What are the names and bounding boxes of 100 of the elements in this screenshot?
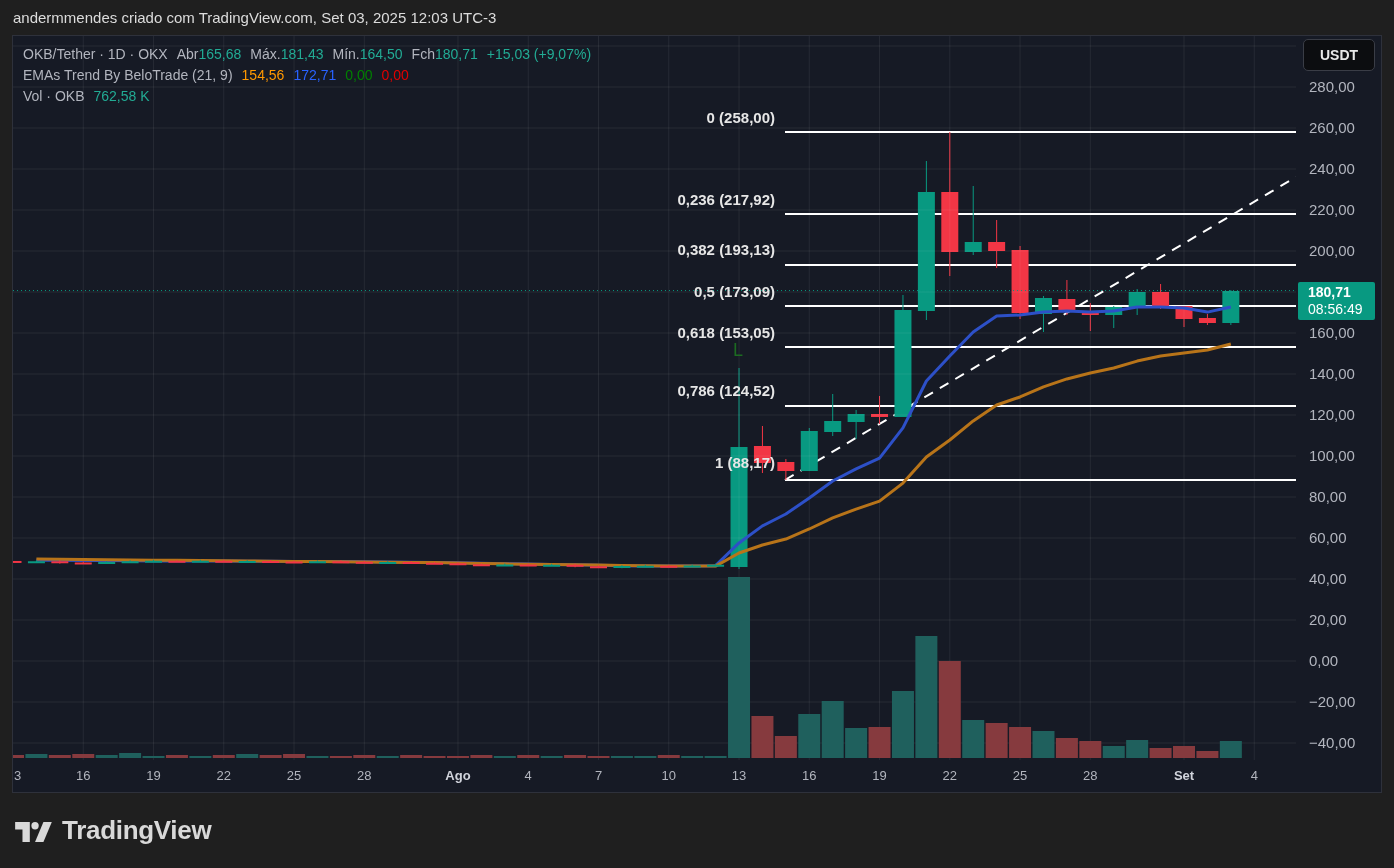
symbol-title: OKB/Tether · 1D · OKX <box>23 45 168 62</box>
ohlc-value: 165,68 <box>198 45 242 62</box>
candle <box>27 560 45 564</box>
date-label: 22 <box>942 768 958 783</box>
date-label: 25 <box>1012 768 1028 783</box>
candle <box>496 563 514 567</box>
signal-marker: L <box>733 340 743 360</box>
candle <box>238 559 256 563</box>
ohlc-value: 164,50 <box>359 45 403 62</box>
month-label: Ago <box>445 768 471 783</box>
date-label: 4 <box>1250 768 1258 783</box>
date-label: 16 <box>802 768 817 783</box>
candle <box>426 561 444 565</box>
candle <box>121 560 139 564</box>
candle <box>871 396 889 424</box>
volume-value: 762,58 K <box>93 87 150 104</box>
candle <box>519 563 537 567</box>
price-axis-label: −40,00 <box>1309 734 1356 752</box>
date-label: 25 <box>286 768 302 783</box>
volume-bar <box>1032 731 1055 758</box>
price-axis-label: 260,00 <box>1309 119 1355 137</box>
currency-button[interactable]: USDT <box>1303 39 1375 71</box>
candle <box>168 559 186 563</box>
date-label: 4 <box>524 768 532 783</box>
date-label: 19 <box>146 768 161 783</box>
fib-level-label: 0,236 (217,92) <box>677 191 775 208</box>
indicator-value: 154,56 <box>241 66 285 83</box>
candle <box>379 560 397 564</box>
date-label: 28 <box>357 768 372 783</box>
price-axis-label: 60,00 <box>1309 529 1347 547</box>
price-change: +15,03 (+9,07%) <box>486 45 592 62</box>
candle <box>683 564 701 568</box>
bar-countdown: 08:56:49 <box>1308 300 1364 318</box>
date-label: 10 <box>661 768 676 783</box>
candle <box>590 565 607 569</box>
price-axis-label: 280,00 <box>1309 78 1355 96</box>
price-axis-label: −20,00 <box>1309 693 1356 711</box>
price-axis-label: 120,00 <box>1309 406 1355 424</box>
candle <box>191 559 209 563</box>
candle <box>13 560 22 563</box>
candle <box>308 560 326 564</box>
price-axis-label: 80,00 <box>1309 488 1347 506</box>
candle <box>402 560 420 564</box>
price-axis-label: 40,00 <box>1309 570 1347 588</box>
candle <box>964 186 982 255</box>
candle <box>824 394 842 436</box>
logo-icon <box>15 819 53 842</box>
fib-level-label: 0 (258,00) <box>706 109 775 126</box>
price-axis-label: 0,00 <box>1309 652 1339 670</box>
ohlc-label: Abr <box>176 45 199 62</box>
candle <box>1198 314 1216 325</box>
candle <box>613 565 631 569</box>
date-label: 22 <box>216 768 231 783</box>
candle <box>777 459 795 480</box>
candle <box>707 563 725 567</box>
date-label: 28 <box>1083 768 1098 783</box>
fib-level-label: 0,382 (193,13) <box>677 241 775 258</box>
price-axis-label: 240,00 <box>1309 160 1355 178</box>
price-axis-label: 20,00 <box>1309 611 1347 629</box>
chart-caption: andermmendes criado com TradingView.com, Set 03, 2025 12:03 UTC-3 <box>13 9 497 26</box>
candle <box>51 560 69 564</box>
price-axis-label: 200,00 <box>1309 242 1355 260</box>
last-price: 180,71 <box>1308 283 1352 301</box>
candle <box>145 559 162 563</box>
indicator-value: 0,00 <box>345 66 373 83</box>
ohlc-value: 180,71 <box>434 45 478 62</box>
volume-bar <box>1079 741 1102 758</box>
candle <box>74 561 92 565</box>
candle <box>636 564 654 568</box>
ohlc-value: 181,43 <box>280 45 324 62</box>
volume-title: Vol · OKB <box>23 87 85 104</box>
brand-name: TradingView <box>62 815 212 846</box>
indicator-title: EMAs Trend By BeloTrade (21, 9) <box>23 66 233 83</box>
candle <box>285 560 303 564</box>
volume-bar <box>1009 727 1032 758</box>
candle <box>847 410 865 439</box>
candle <box>449 562 467 566</box>
candle <box>355 560 373 564</box>
candle <box>660 564 678 568</box>
candle <box>472 563 490 567</box>
ohlc-label: Fch <box>411 45 435 62</box>
candle <box>543 563 561 567</box>
date-label: 16 <box>76 768 91 783</box>
fib-level-label: 0,786 (124,52) <box>677 382 775 399</box>
candle <box>332 560 350 564</box>
indicator-value: 0,00 <box>381 66 409 83</box>
ohlc-label: Máx. <box>250 45 281 62</box>
price-axis-label: 140,00 <box>1309 365 1355 383</box>
candle <box>98 560 116 565</box>
candle <box>566 563 584 568</box>
date-label: 13 <box>731 768 747 783</box>
date-label: 19 <box>872 768 887 783</box>
volume-bar <box>1055 738 1078 758</box>
date-label: 7 <box>594 768 603 783</box>
price-axis-label: 100,00 <box>1309 447 1355 465</box>
price-axis-label: 160,00 <box>1309 324 1355 342</box>
volume-bar <box>985 723 1008 758</box>
price-axis-label: 220,00 <box>1309 201 1355 219</box>
date-label: 3 <box>14 768 22 783</box>
indicator-value: 172,71 <box>293 66 337 83</box>
